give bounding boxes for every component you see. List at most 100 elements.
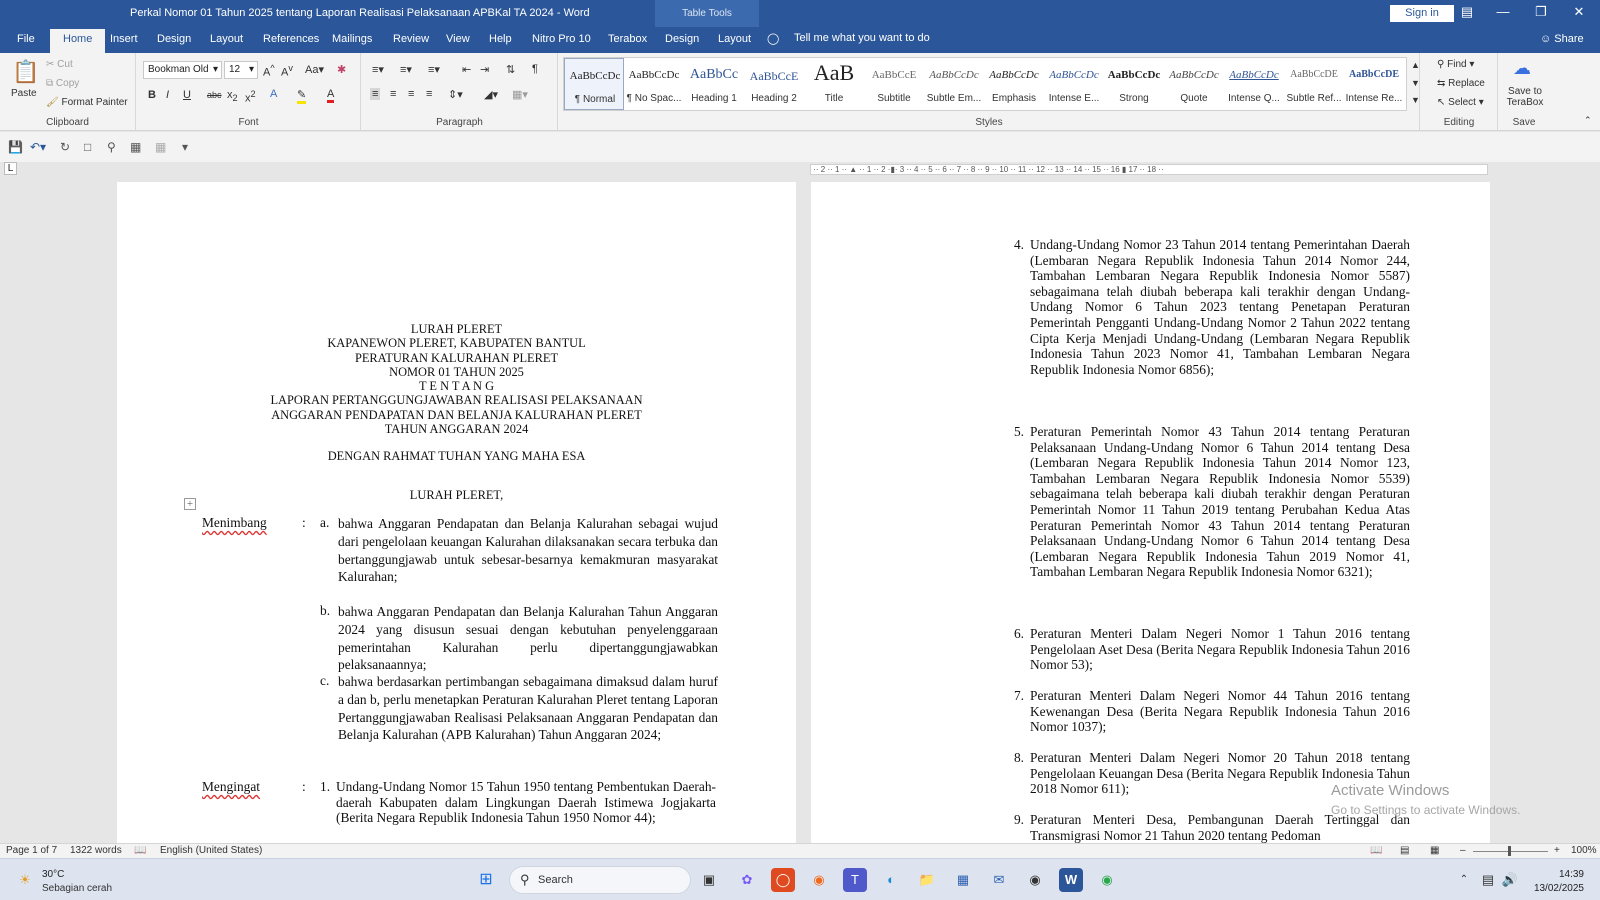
taskbar-search[interactable]: ⚲ Search [509,866,691,894]
horizontal-ruler[interactable]: ·· 2 ·· 1 ·· ▲ ·· 1 ·· 2 ·▮· 3 ·· 4 ·· 5… [810,164,1488,175]
page-1[interactable]: LURAH PLERET KAPANEWON PLERET, KABUPATEN… [117,182,796,843]
share-button[interactable]: ☺ Share [1540,33,1584,45]
save-to-terabox-button[interactable]: Save to TeraBox [1505,86,1545,108]
undo-icon[interactable]: ↶▾ [30,140,46,154]
spelling-icon[interactable]: ▦ [155,140,166,154]
network-icon[interactable]: ▤ [1476,868,1500,892]
copy-button[interactable]: ⧉ Copy [46,78,79,89]
sign-in-button[interactable]: Sign in [1390,5,1454,22]
multilevel-list-icon[interactable]: ≡▾ [428,63,440,76]
tab-view[interactable]: View [446,33,470,45]
style-no-spacing[interactable]: AaBbCcDc ¶ No Spac... [624,58,684,110]
edge-icon[interactable]: ◐ [879,868,903,892]
justify-icon[interactable]: ≡ [426,88,432,100]
find-button[interactable]: ⚲ Find ▾ [1437,59,1474,70]
print-layout-icon[interactable]: ▤ [1400,845,1409,856]
zoom-slider-thumb[interactable] [1508,846,1511,856]
style-heading-1[interactable]: AaBbCc Heading 1 [684,58,744,110]
underline-icon[interactable]: U [183,89,191,101]
style-normal[interactable]: AaBbCcDc ¶ Normal [564,58,624,110]
zoom-out-icon[interactable]: – [1460,845,1466,856]
tab-design[interactable]: Design [157,33,191,45]
zoom-in-icon[interactable]: + [1554,845,1560,856]
tab-layout[interactable]: Layout [210,33,243,45]
tab-terabox[interactable]: Terabox [608,33,647,45]
style-heading-2[interactable]: AaBbCcE Heading 2 [744,58,804,110]
ribbon-display-options-icon[interactable]: ▤ [1456,4,1478,22]
copilot-icon[interactable]: ✿ [735,868,759,892]
chevron-up-icon[interactable]: ⌃ [1452,868,1476,892]
file-explorer-icon[interactable]: 📁 [915,868,939,892]
close-icon[interactable]: ✕ [1568,4,1590,22]
superscript-icon[interactable]: x2 [245,89,256,105]
collapse-ribbon-icon[interactable]: ⌃ [1584,115,1592,126]
minimize-icon[interactable]: — [1492,4,1514,22]
font-size-select[interactable]: 12 ▾ [224,61,258,79]
subscript-icon[interactable]: x2 [227,89,238,103]
style-intense-quote[interactable]: AaBbCcDc Intense Q... [1224,58,1284,110]
strikethrough-icon[interactable]: abc [207,90,222,100]
shading-icon[interactable]: ◢▾ [484,88,498,101]
tab-help[interactable]: Help [489,33,512,45]
style-intense-emphasis[interactable]: AaBbCcDc Intense E... [1044,58,1104,110]
read-mode-icon[interactable]: 📖 [1370,845,1382,856]
weather-description[interactable]: Sebagian cerah [42,883,112,894]
tab-home[interactable]: Home [50,29,106,53]
tab-file[interactable]: File [17,33,35,45]
windows-start-icon[interactable]: ⊞ [474,868,498,892]
tab-references[interactable]: References [263,33,319,45]
cut-button[interactable]: ✂ Cut [46,59,73,70]
numbering-icon[interactable]: ≡▾ [400,63,412,76]
text-effects-icon[interactable]: A [270,88,277,100]
style-title[interactable]: AaB Title [804,58,864,110]
styles-more-icon[interactable]: ▼ [1411,95,1420,105]
grow-font-icon[interactable]: A^ [263,63,275,79]
web-layout-icon[interactable]: ▦ [1430,845,1439,856]
tab-review[interactable]: Review [393,33,429,45]
store-icon[interactable]: ▦ [951,868,975,892]
tab-table-design[interactable]: Design [665,33,699,45]
page-2[interactable]: 4. Undang-Undang Nomor 23 Tahun 2014 ten… [811,182,1490,843]
format-painter-button[interactable]: 🖌 Format Painter [46,97,128,108]
highlight-icon[interactable]: ✎ [297,88,307,104]
customize-qat-icon[interactable]: ▾ [182,140,188,154]
line-spacing-icon[interactable]: ⇕▾ [448,88,463,101]
paste-button[interactable]: Paste [11,88,37,99]
align-right-icon[interactable]: ≡ [408,88,414,100]
language[interactable]: English (United States) [160,845,262,856]
bullets-icon[interactable]: ≡▾ [372,63,384,76]
page-count[interactable]: Page 1 of 7 [6,845,57,856]
styles-scroll-up-icon[interactable]: ▲ [1411,60,1420,70]
restore-icon[interactable]: ❐ [1530,4,1552,22]
clock-time[interactable]: 14:39 [1530,869,1584,880]
clock-date[interactable]: 13/02/2025 [1530,883,1584,894]
style-emphasis[interactable]: AaBbCcDc Emphasis [984,58,1044,110]
style-subtitle[interactable]: AaBbCcE Subtitle [864,58,924,110]
decrease-indent-icon[interactable]: ⇤ [462,63,471,76]
tab-insert[interactable]: Insert [110,33,138,45]
shrink-font-icon[interactable]: Av [281,63,293,79]
save-icon[interactable]: 💾 [8,140,23,154]
tab-selector-icon[interactable]: L [4,162,17,175]
proofing-icon[interactable]: 📖 [134,845,146,856]
style-subtle-emphasis[interactable]: AaBbCcDc Subtle Em... [924,58,984,110]
style-intense-reference[interactable]: AaBbCcDE Intense Re... [1344,58,1404,110]
redo-icon[interactable]: ↻ [60,140,70,154]
borders-icon[interactable]: ▦▾ [512,88,528,101]
zoom-level[interactable]: 100% [1571,845,1597,856]
tab-mailings[interactable]: Mailings [332,33,372,45]
word-count[interactable]: 1322 words [70,845,122,856]
table-move-handle-icon[interactable]: + [184,498,196,510]
teams-icon[interactable]: T [843,868,867,892]
chrome-icon[interactable]: ◉ [1095,868,1119,892]
align-left-icon[interactable]: ≡ [370,88,381,100]
firefox-icon[interactable]: ◉ [807,868,831,892]
tab-nitro[interactable]: Nitro Pro 10 [532,33,591,45]
app-icon[interactable]: ◯ [771,868,795,892]
sort-icon[interactable]: ⇅ [506,63,515,76]
bold-icon[interactable]: B [148,89,156,101]
print-preview-icon[interactable]: ⚲ [107,140,116,154]
touch-mode-icon[interactable]: ▦ [130,140,141,154]
weather-icon[interactable]: ☀ [13,868,37,892]
font-color-icon[interactable]: A [327,88,335,103]
